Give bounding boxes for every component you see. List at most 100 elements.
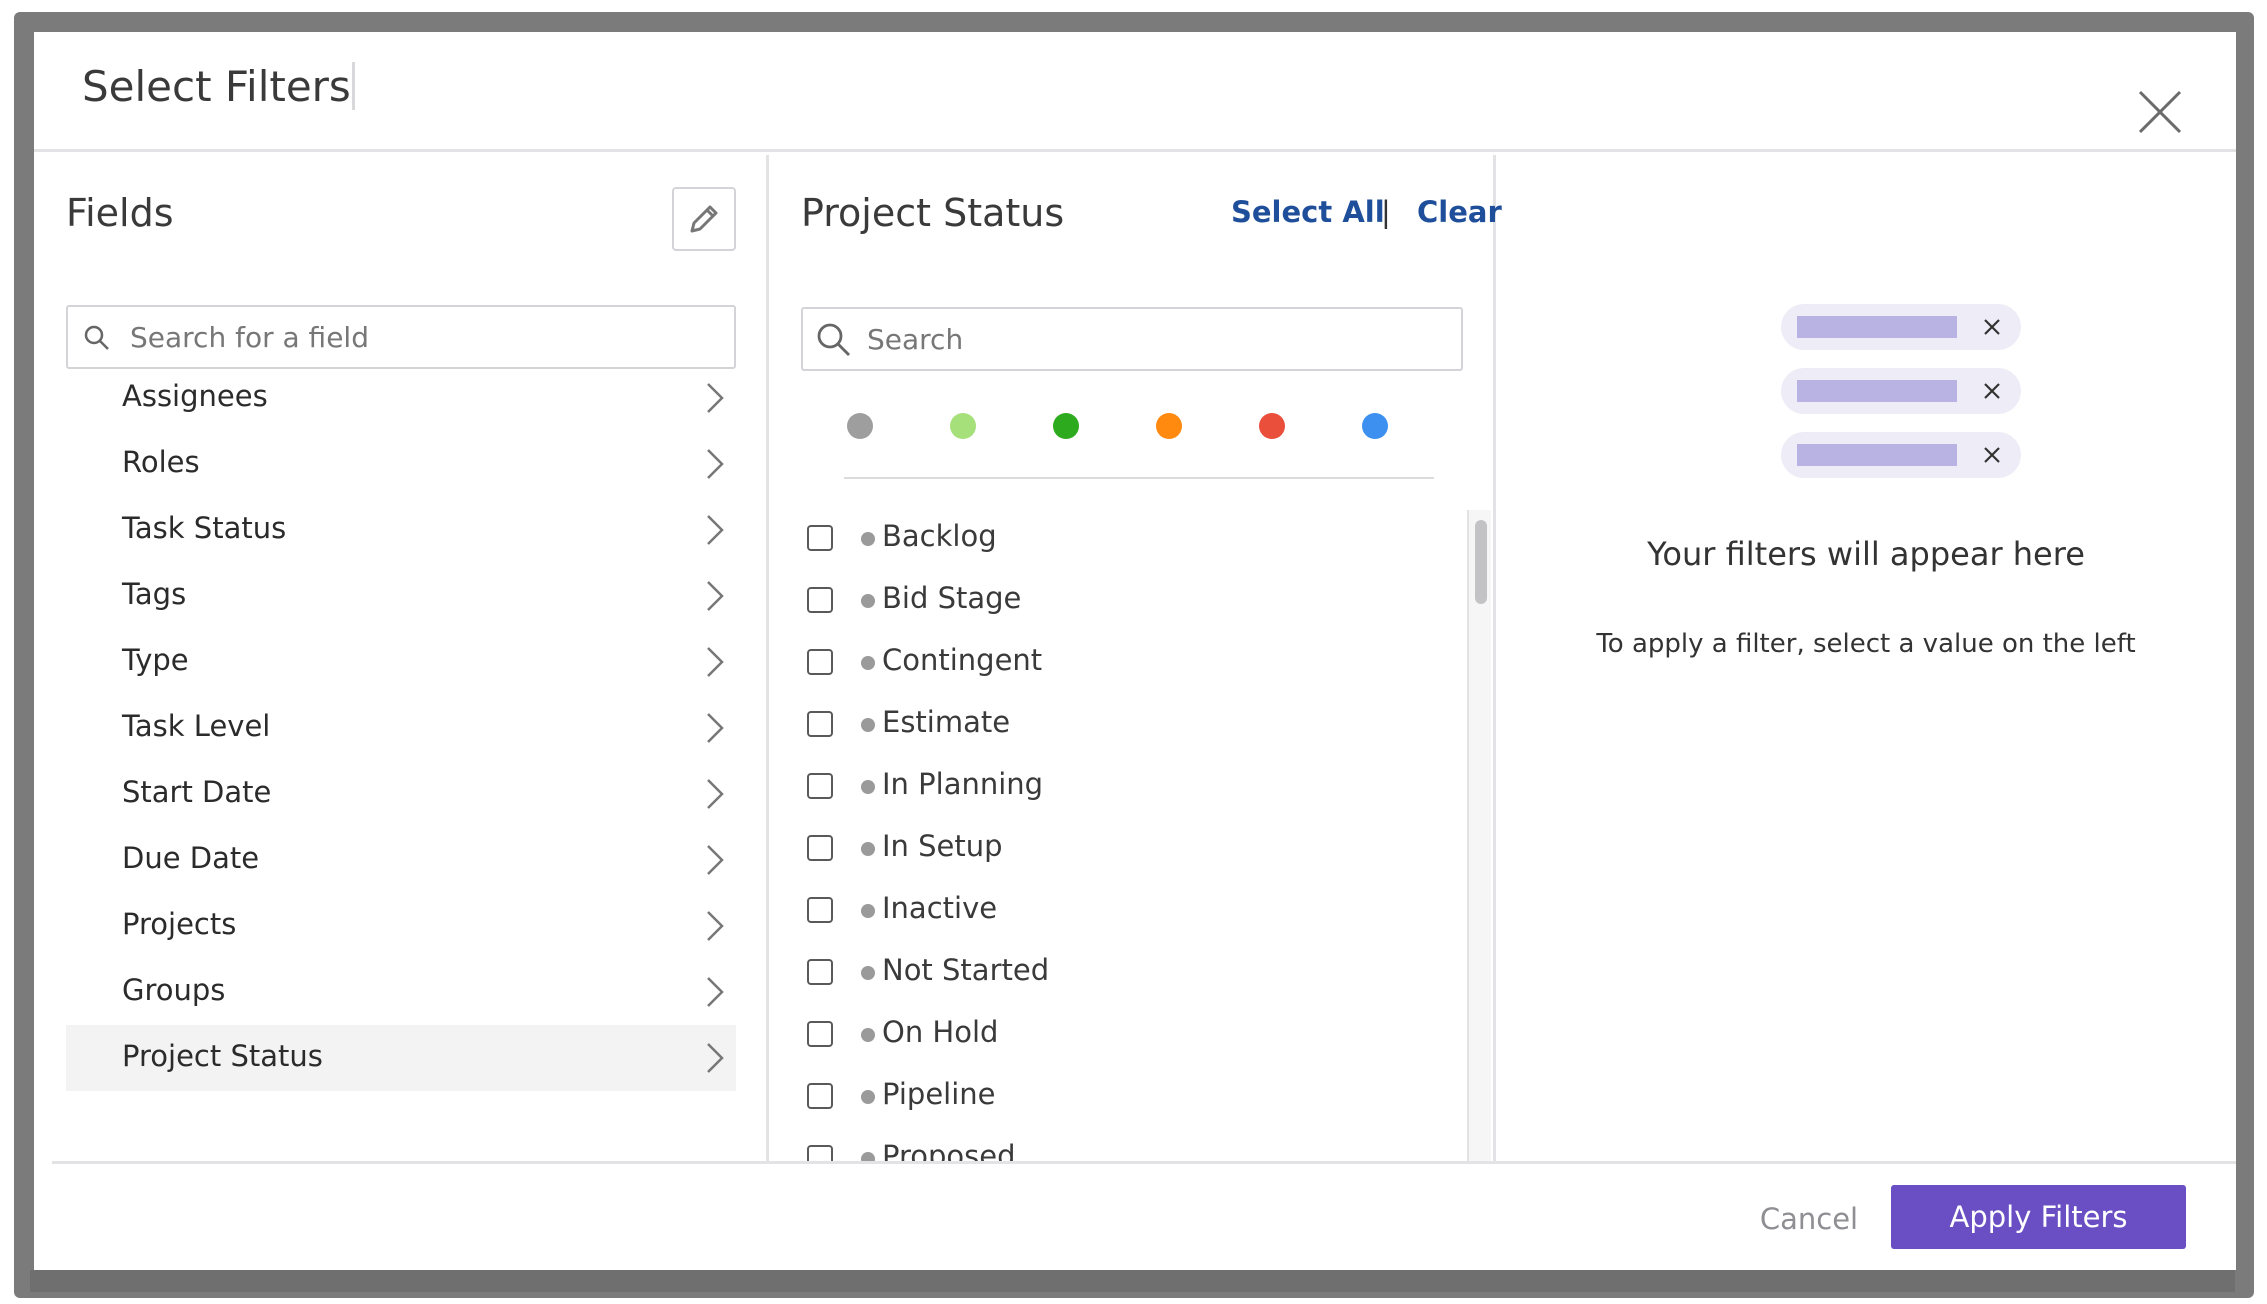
status-item-estimate[interactable]: Estimate xyxy=(799,699,1439,761)
chevron-right-icon xyxy=(707,713,724,743)
modal-header: Select Filters xyxy=(34,32,2236,152)
field-search-box xyxy=(66,305,736,369)
link-separator: | xyxy=(1381,195,1391,229)
field-item-assignees[interactable]: Assignees xyxy=(66,365,736,431)
close-button[interactable] xyxy=(2128,80,2192,144)
divider xyxy=(844,477,1434,479)
field-label: Projects xyxy=(122,907,237,941)
status-item-on-hold[interactable]: On Hold xyxy=(799,1009,1439,1071)
checkbox[interactable] xyxy=(807,773,833,799)
values-panel: Project Status Select All | Clear Backlo… xyxy=(769,155,1502,1161)
field-label: Type xyxy=(122,643,189,677)
status-color-dot xyxy=(861,656,875,670)
status-item-in-planning[interactable]: In Planning xyxy=(799,761,1439,823)
status-item-proposed[interactable]: Proposed xyxy=(799,1133,1439,1161)
status-label: Not Started xyxy=(882,953,1050,987)
chevron-right-icon xyxy=(707,845,724,875)
apply-filters-button[interactable]: Apply Filters xyxy=(1891,1185,2186,1249)
field-item-task-level[interactable]: Task Level xyxy=(66,695,736,761)
select-all-link[interactable]: Select All xyxy=(1231,195,1385,229)
placeholder-chip xyxy=(1781,304,2021,350)
checkbox[interactable] xyxy=(807,711,833,737)
field-item-type[interactable]: Type xyxy=(66,629,736,695)
checkbox[interactable] xyxy=(807,587,833,613)
cancel-button[interactable]: Cancel xyxy=(1724,1187,1894,1251)
value-list-scrollbar[interactable] xyxy=(1467,510,1491,1161)
close-icon xyxy=(1984,383,2000,399)
checkbox[interactable] xyxy=(807,835,833,861)
status-item-bid-stage[interactable]: Bid Stage xyxy=(799,575,1439,637)
field-search-input[interactable] xyxy=(130,317,720,357)
field-item-due-date[interactable]: Due Date xyxy=(66,827,736,893)
value-search-input[interactable] xyxy=(867,319,1447,359)
status-item-not-started[interactable]: Not Started xyxy=(799,947,1439,1009)
status-item-pipeline[interactable]: Pipeline xyxy=(799,1071,1439,1133)
modal-title: Select Filters xyxy=(82,62,351,111)
field-label: Groups xyxy=(122,973,226,1007)
color-filter-gray[interactable] xyxy=(847,413,873,439)
field-item-tags[interactable]: Tags xyxy=(66,563,736,629)
chip-placeholder-bar xyxy=(1797,316,1957,338)
field-label: Project Status xyxy=(122,1039,323,1073)
footer-divider xyxy=(52,1161,2236,1164)
checkbox[interactable] xyxy=(807,1083,833,1109)
field-label: Start Date xyxy=(122,775,272,809)
field-label: Roles xyxy=(122,445,200,479)
scrollbar-thumb[interactable] xyxy=(1475,520,1487,604)
pencil-icon xyxy=(690,205,718,233)
close-icon xyxy=(1984,319,2000,335)
color-filter-light-green[interactable] xyxy=(950,413,976,439)
status-color-dot xyxy=(861,1152,875,1161)
field-item-projects[interactable]: Projects xyxy=(66,893,736,959)
status-label: Backlog xyxy=(882,519,997,553)
field-item-task-status[interactable]: Task Status xyxy=(66,497,736,563)
color-filter-orange[interactable] xyxy=(1156,413,1182,439)
fields-title: Fields xyxy=(66,191,174,235)
color-filter-green[interactable] xyxy=(1053,413,1079,439)
status-label: Contingent xyxy=(882,643,1043,677)
checkbox[interactable] xyxy=(807,1145,833,1161)
status-item-backlog[interactable]: Backlog xyxy=(799,513,1439,575)
values-title: Project Status xyxy=(801,191,1065,235)
chevron-right-icon xyxy=(707,977,724,1007)
search-icon xyxy=(84,325,109,350)
status-color-dot xyxy=(861,1090,875,1104)
chevron-right-icon xyxy=(707,383,724,413)
checkbox[interactable] xyxy=(807,897,833,923)
field-list: Assignees Roles Task Status Tags Type Ta… xyxy=(66,365,736,1091)
status-value-list: Backlog Bid Stage Contingent Estimate In xyxy=(799,513,1439,1161)
status-item-in-setup[interactable]: In Setup xyxy=(799,823,1439,885)
status-label: On Hold xyxy=(882,1015,999,1049)
color-filter-red[interactable] xyxy=(1259,413,1285,439)
chevron-right-icon xyxy=(707,515,724,545)
status-label: In Setup xyxy=(882,829,1003,863)
status-item-inactive[interactable]: Inactive xyxy=(799,885,1439,947)
status-item-contingent[interactable]: Contingent xyxy=(799,637,1439,699)
status-color-dot xyxy=(861,966,875,980)
status-color-dot xyxy=(861,1028,875,1042)
close-icon xyxy=(2138,90,2182,134)
value-search-box xyxy=(801,307,1463,371)
status-color-dot xyxy=(861,842,875,856)
chevron-right-icon xyxy=(707,647,724,677)
color-filter-blue[interactable] xyxy=(1362,413,1388,439)
field-item-project-status[interactable]: Project Status xyxy=(66,1025,736,1091)
status-color-dot xyxy=(861,904,875,918)
checkbox[interactable] xyxy=(807,959,833,985)
field-label: Assignees xyxy=(122,379,268,413)
color-filter-row xyxy=(797,413,1417,443)
chevron-right-icon xyxy=(707,581,724,611)
field-item-roles[interactable]: Roles xyxy=(66,431,736,497)
field-item-start-date[interactable]: Start Date xyxy=(66,761,736,827)
chevron-right-icon xyxy=(707,911,724,941)
checkbox[interactable] xyxy=(807,1021,833,1047)
checkbox[interactable] xyxy=(807,649,833,675)
field-item-groups[interactable]: Groups xyxy=(66,959,736,1025)
checkbox[interactable] xyxy=(807,525,833,551)
placeholder-chip xyxy=(1781,432,2021,478)
field-label: Task Level xyxy=(122,709,271,743)
clear-link[interactable]: Clear xyxy=(1417,195,1502,229)
edit-fields-button[interactable] xyxy=(672,187,736,251)
status-label: Bid Stage xyxy=(882,581,1022,615)
fields-panel: Fields Assignees Roles Tas xyxy=(34,155,769,1161)
